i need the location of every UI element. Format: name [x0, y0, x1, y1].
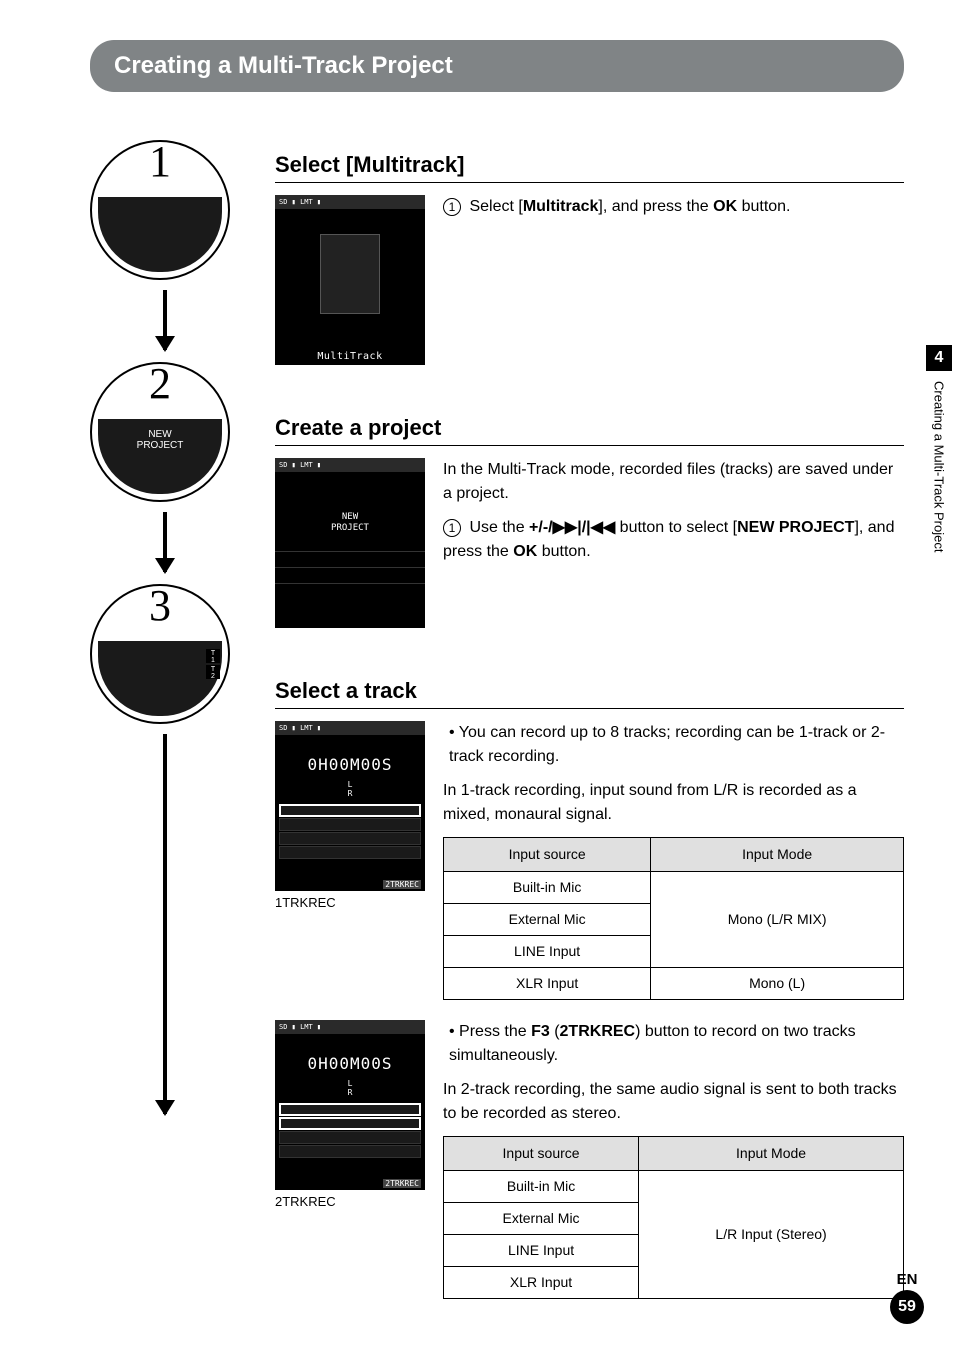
section-title: Create a project	[275, 415, 904, 446]
bullet-text: • Press the F3 (2TRKREC) button to recor…	[449, 1020, 904, 1068]
lcd-screenshot-2trk: SD ▮ LMT ▮ 0H00M00S L R 2TRKREC	[275, 1020, 425, 1190]
device-illustration	[98, 197, 222, 272]
section-select-track: Select a track SD ▮ LMT ▮ 0H00M00S L R 2…	[275, 678, 904, 1299]
lcd-statusbar: SD ▮ LMT ▮	[275, 195, 425, 209]
arrow-down-icon	[163, 512, 167, 572]
device-illustration: T 1 T 2	[98, 641, 222, 716]
table-header: Input source	[444, 1137, 639, 1171]
track-badge: T 2	[206, 665, 220, 679]
input-mode-table-2trk: Input sourceInput Mode Built-in MicL/R I…	[443, 1136, 904, 1299]
section-title: Select [Multitrack]	[275, 152, 904, 183]
table-cell: External Mic	[444, 904, 651, 936]
device-screen-text: NEW PROJECT	[98, 429, 222, 451]
page-header: Creating a Multi-Track Project	[90, 40, 904, 92]
step-badge: 1	[443, 519, 461, 537]
lcd-new-project-text: NEW PROJECT	[275, 472, 425, 534]
lcd-screenshot-newproject: SD ▮ LMT ▮ NEW PROJECT	[275, 458, 425, 628]
lcd-timecode: 0H00M00S	[275, 735, 425, 774]
screenshot-caption: 1TRKREC	[275, 895, 425, 910]
step-1-number: 1	[149, 140, 171, 187]
lcd-statusbar: SD ▮ LMT ▮	[275, 1020, 425, 1034]
lcd-footer-label: MultiTrack	[275, 351, 425, 362]
track-badge: T 1	[206, 649, 220, 663]
section-select-multitrack: Select [Multitrack] SD ▮ LMT ▮ MultiTrac…	[275, 152, 904, 365]
step-3-figure: 3 T 1 T 2	[90, 584, 230, 724]
lcd-timecode: 0H00M00S	[275, 1034, 425, 1073]
table-cell: LINE Input	[444, 936, 651, 968]
chapter-tab: 4 Creating a Multi-Track Project	[924, 345, 954, 552]
table-cell: LINE Input	[444, 1235, 639, 1267]
step-3-number: 3	[149, 584, 171, 631]
page-footer: EN 59	[890, 1271, 924, 1324]
table-cell: Mono (L)	[651, 968, 904, 1000]
paragraph-text: In 2-track recording, the same audio sig…	[443, 1078, 904, 1126]
intro-text: In the Multi-Track mode, recorded files …	[443, 458, 904, 506]
lcd-screenshot-multitrack: SD ▮ LMT ▮ MultiTrack	[275, 195, 425, 365]
input-mode-table-1trk: Input sourceInput Mode Built-in MicMono …	[443, 837, 904, 1000]
table-cell: Mono (L/R MIX)	[651, 872, 904, 968]
step-2-figure: 2 NEW PROJECT	[90, 362, 230, 502]
instruction-text: 1 Select [Multitrack], and press the OK …	[443, 195, 904, 219]
section-title: Select a track	[275, 678, 904, 709]
table-cell: XLR Input	[444, 968, 651, 1000]
table-cell: Built-in Mic	[444, 872, 651, 904]
instruction-text: 1 Use the +/-/▶▶|/|◀◀ button to select […	[443, 516, 904, 564]
step-2-number: 2	[149, 362, 171, 409]
language-code: EN	[890, 1271, 924, 1288]
lcd-lr-label: L R	[275, 1079, 425, 1097]
chapter-number: 4	[926, 345, 952, 371]
table-cell: Built-in Mic	[444, 1171, 639, 1203]
screenshot-caption: 2TRKREC	[275, 1194, 425, 1209]
bullet-text: • You can record up to 8 tracks; recordi…	[449, 721, 904, 769]
lcd-statusbar: SD ▮ LMT ▮	[275, 458, 425, 472]
arrow-down-icon	[163, 290, 167, 350]
lcd-bottom-label: 2TRKREC	[383, 1179, 421, 1188]
table-header: Input Mode	[651, 838, 904, 872]
step-1-figure: 1	[90, 140, 230, 280]
chapter-title: Creating a Multi-Track Project	[932, 381, 947, 552]
lcd-lr-label: L R	[275, 780, 425, 798]
steps-column: 1 2 NEW PROJECT 3 T 1 T 2	[90, 140, 240, 1114]
lcd-statusbar: SD ▮ LMT ▮	[275, 721, 425, 735]
paragraph-text: In 1-track recording, input sound from L…	[443, 779, 904, 827]
arrow-down-icon	[163, 734, 167, 1114]
step-badge: 1	[443, 198, 461, 216]
device-illustration: NEW PROJECT	[98, 419, 222, 494]
page-number: 59	[890, 1290, 924, 1324]
table-cell: L/R Input (Stereo)	[639, 1171, 904, 1299]
table-header: Input source	[444, 838, 651, 872]
section-create-project: Create a project SD ▮ LMT ▮ NEW PROJECT …	[275, 415, 904, 628]
table-cell: External Mic	[444, 1203, 639, 1235]
table-header: Input Mode	[639, 1137, 904, 1171]
lcd-bottom-label: 2TRKREC	[383, 880, 421, 889]
table-cell: XLR Input	[444, 1267, 639, 1299]
nav-buttons-icon: +/-/▶▶|/|◀◀	[529, 519, 615, 536]
lcd-screenshot-1trk: SD ▮ LMT ▮ 0H00M00S L R 2TRKREC	[275, 721, 425, 891]
